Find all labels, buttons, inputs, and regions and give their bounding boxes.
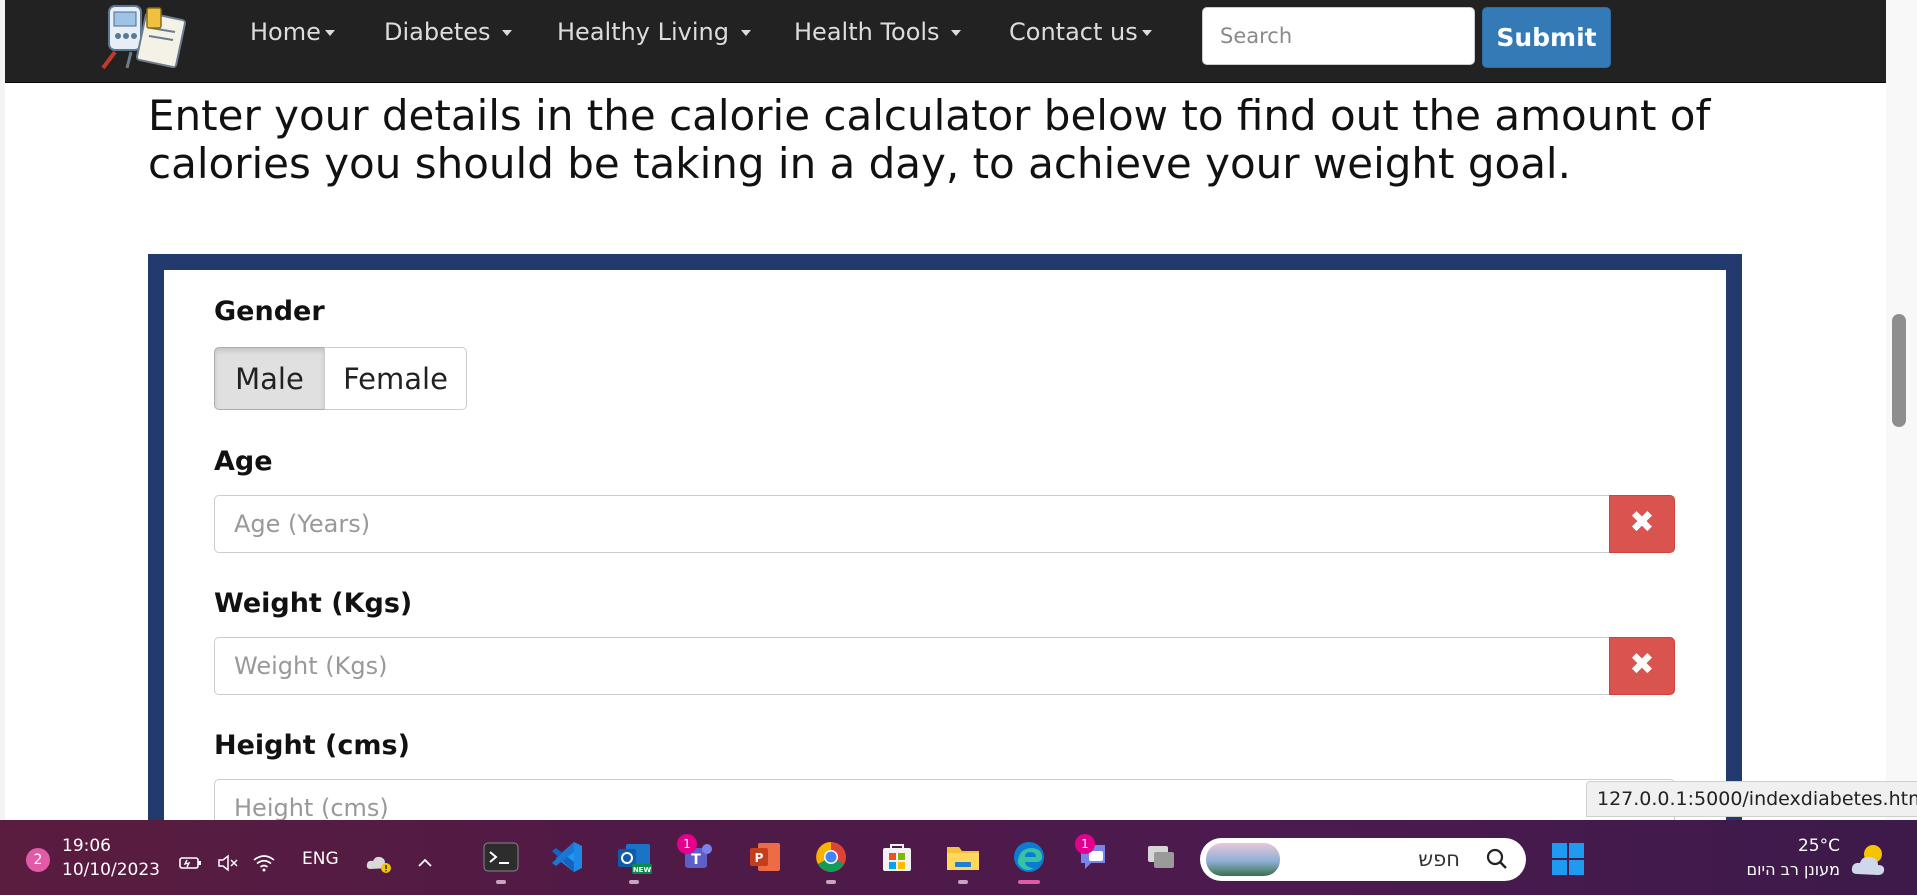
running-indicator [496,880,506,884]
chevron-up-icon[interactable] [410,838,440,888]
chevron-down-icon [1141,30,1152,36]
svg-text:T: T [691,852,701,868]
teams-icon[interactable]: T 1 [673,832,721,882]
weather-description[interactable]: מעונן רב היום [1747,860,1840,879]
times-icon: ✖ [1629,505,1655,540]
status-url: 127.0.0.1:5000/indexdiabetes.html [1586,781,1917,817]
running-indicator [958,880,968,884]
times-icon: ✖ [1629,647,1655,682]
height-input[interactable] [214,779,1675,820]
taskbar-search-box[interactable]: חפש [1200,838,1526,881]
nav-health-tools[interactable]: Health Tools [794,14,962,50]
edge-icon[interactable] [1005,832,1053,884]
onedrive-warning-icon[interactable] [362,838,396,888]
browser-viewport: Home Diabetes Healthy Living Health Tool… [0,0,1917,820]
nav-diabetes[interactable]: Diabetes [384,14,513,50]
height-label: Height (cms) [214,730,410,761]
nav-healthy-living-label: Healthy Living [557,18,729,46]
notification-badge[interactable]: 2 [26,848,50,872]
intro-text: Enter your details in the calorie calcul… [148,91,1711,188]
site-logo[interactable] [101,2,189,70]
nav-home-label: Home [250,18,321,46]
age-label: Age [214,446,273,477]
search-highlight-image [1206,843,1280,876]
svg-text:NEW: NEW [633,866,652,874]
search-input[interactable] [1202,7,1475,65]
chat-icon[interactable]: 1 [1071,832,1119,882]
weight-label: Weight (Kgs) [214,588,413,619]
taskbar-search-placeholder: חפש [1418,847,1460,871]
submit-button[interactable]: Submit [1482,7,1611,68]
chevron-down-icon [951,30,962,36]
nav-healthy-living[interactable]: Healthy Living [557,14,751,50]
nav-health-tools-label: Health Tools [794,18,940,46]
powerpoint-icon[interactable]: P [741,832,789,882]
nav-diabetes-label: Diabetes [384,18,491,46]
weather-cloudy-icon[interactable] [1848,836,1892,886]
microsoft-store-icon[interactable] [873,832,921,882]
chevron-down-icon [324,30,335,36]
terminal-icon[interactable] [477,832,525,884]
left-edge [0,0,5,820]
weight-input[interactable] [214,637,1610,695]
chevron-down-icon [502,30,513,36]
age-input[interactable] [214,495,1610,553]
battery-icon[interactable] [176,838,206,888]
chat-badge: 1 [1075,834,1095,854]
wifi-icon[interactable] [249,838,279,888]
weather-temperature[interactable]: 25°C [1798,836,1840,856]
age-clear-button[interactable]: ✖ [1609,495,1675,553]
running-indicator [629,880,639,884]
outlook-new-icon[interactable]: NEW [610,832,658,884]
nav-home[interactable]: Home [250,14,335,50]
chevron-down-icon [740,30,751,36]
taskbar-time[interactable]: 19:06 [62,836,111,856]
chrome-icon[interactable] [807,832,855,884]
scrollbar-thumb[interactable] [1892,314,1906,427]
search-icon [1486,848,1508,874]
vscode-icon[interactable] [543,832,591,882]
active-indicator [1018,880,1040,884]
running-indicator [826,880,836,884]
teams-badge: 1 [677,834,697,854]
top-navbar: Home Diabetes Healthy Living Health Tool… [5,0,1886,83]
language-indicator[interactable]: ENG [302,849,339,869]
taskbar-date[interactable]: 10/10/2023 [62,860,160,880]
task-view-icon[interactable] [1137,832,1185,882]
nav-contact-us-label: Contact us [1009,18,1138,46]
weight-clear-button[interactable]: ✖ [1609,637,1675,695]
svg-text:P: P [755,851,764,865]
gender-male-button[interactable]: Male [214,347,325,410]
volume-muted-icon[interactable] [213,838,243,888]
gender-label: Gender [214,296,325,327]
nav-contact-us[interactable]: Contact us [1009,14,1152,50]
file-explorer-icon[interactable] [939,832,987,884]
gender-female-button[interactable]: Female [324,347,467,410]
widgets-icon[interactable] [1544,834,1592,884]
